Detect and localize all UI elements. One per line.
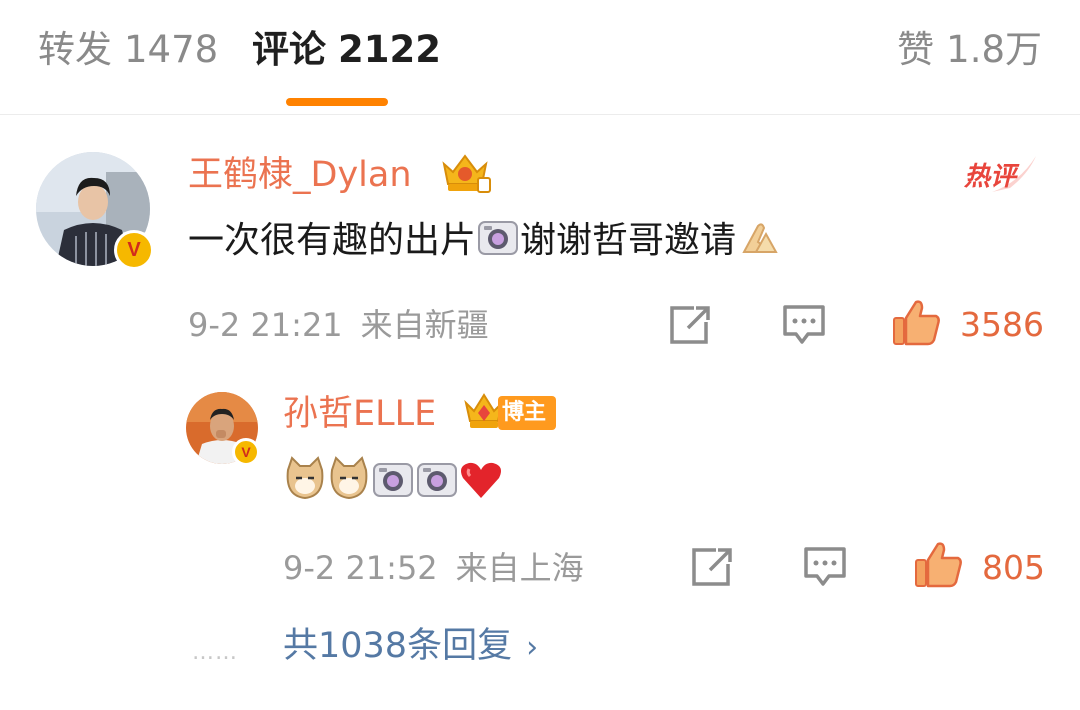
thumbs-up-icon[interactable] [914,540,964,588]
crown-icon [442,154,491,193]
thumbs-up-icon[interactable] [892,298,942,346]
tab-likes[interactable]: 赞 1.8万 [897,26,1042,74]
tab-likes-count: 1.8万 [946,28,1042,71]
commenter-username[interactable]: 王鹤棣_Dylan [188,153,412,197]
camera-emoji [373,463,413,497]
reply-source: 来自上海 [455,549,584,587]
reply-time: 9-2 21:52 [283,549,438,587]
tab-comments-count: 2122 [338,28,441,71]
comment-like-count[interactable]: 3586 [960,305,1044,345]
comment-reply-icon[interactable] [782,304,826,346]
share-icon[interactable] [668,304,712,346]
hot-comment-tag: 热评 [963,156,1036,192]
comment-meta: 9-2 21:21 来自新疆 [188,305,489,345]
tab-repost-label: 转发 [38,28,112,71]
cat-emoji [286,456,324,500]
tab-repost-count: 1478 [124,28,219,71]
camera-emoji [417,463,457,497]
more-replies-label: 共1038条回复 [283,626,513,666]
verified-badge: V [232,438,260,466]
comment-text-part-1: 一次很有趣的出片 [188,220,477,261]
replier-avatar[interactable]: V [186,392,260,466]
more-replies-link[interactable]: 共1038条回复 › [283,624,538,670]
chevron-right-icon: › [526,630,539,665]
reply-like-count[interactable]: 805 [982,548,1045,588]
verified-badge: V [114,230,154,270]
more-replies-dots: …… [192,640,238,665]
replier-username[interactable]: 孙哲ELLE [283,392,436,436]
camera-emoji [478,221,519,255]
comment-tabs: 转发 1478 评论 2122 赞 1.8万 [0,0,1080,115]
comment-reply-icon[interactable] [803,546,847,588]
commenter-avatar[interactable]: V [36,152,154,270]
reply-emojis [283,456,503,506]
comment-text: 一次很有趣的出片 谢谢哲哥邀请 [188,218,780,264]
tab-likes-label: 赞 [897,28,935,71]
tab-repost[interactable]: 转发 1478 [38,26,218,74]
hot-comment-label: 热评 [963,162,1020,192]
comment-source: 来自新疆 [360,306,489,344]
comment-text-part-2: 谢谢哲哥邀请 [520,220,737,261]
comment-time: 9-2 21:21 [188,306,343,344]
reply-meta: 9-2 21:52 来自上海 [283,548,584,588]
cat-emoji [330,456,368,500]
heart-emoji [461,462,501,498]
tab-comments[interactable]: 评论 2122 [252,26,441,74]
blogger-badge: 博主 [498,396,557,430]
active-tab-indicator [286,98,388,106]
tab-comments-label: 评论 [252,28,326,71]
pray-emoji [742,223,778,253]
share-icon[interactable] [690,546,734,588]
